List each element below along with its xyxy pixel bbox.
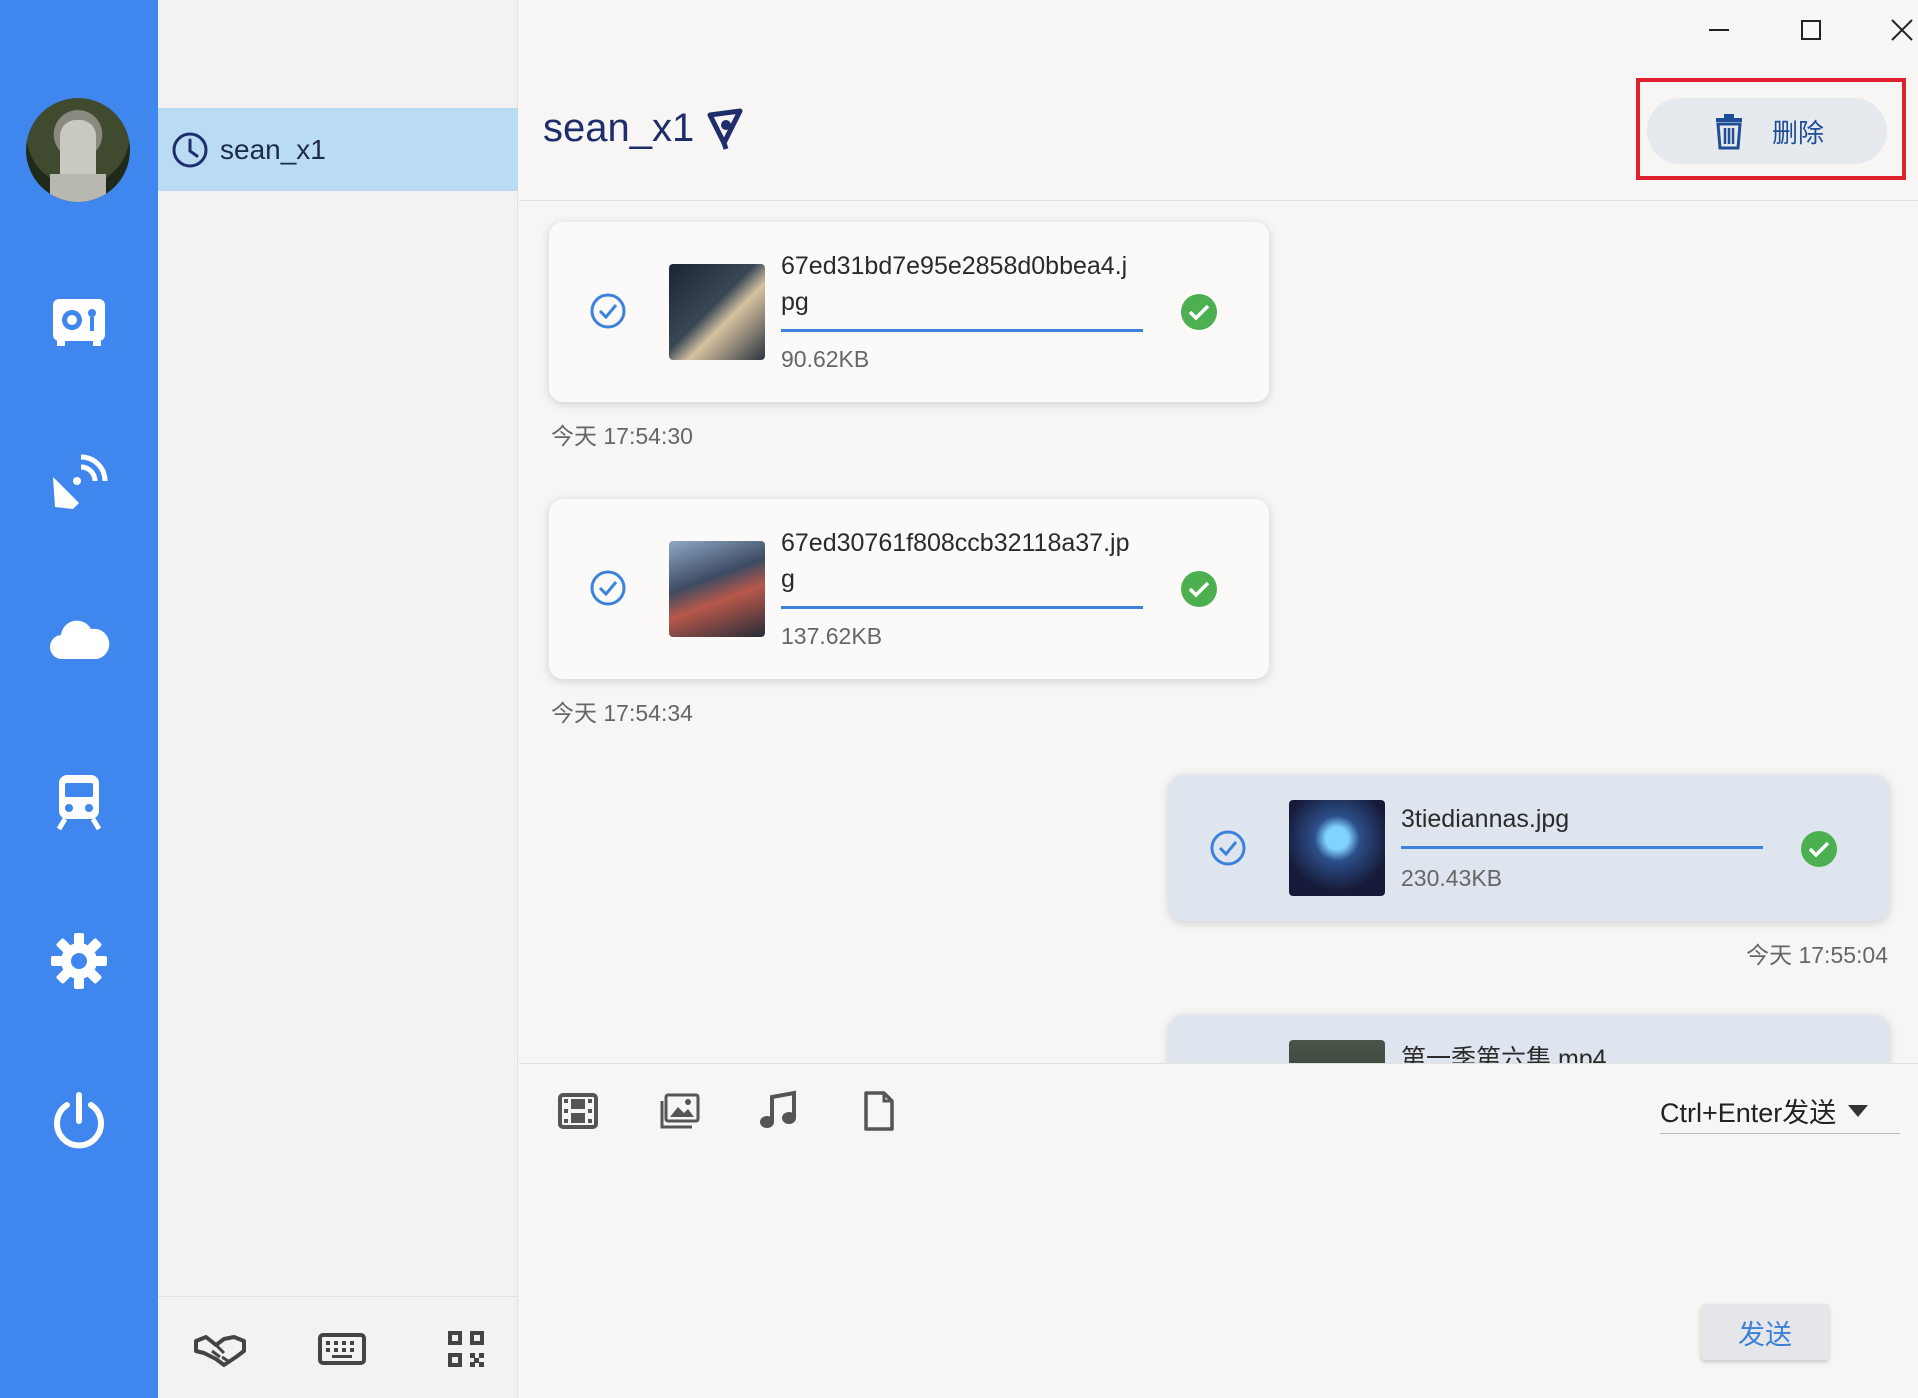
clock-icon — [172, 132, 208, 167]
file-message[interactable]: 第一季第六集.mp4 — [1169, 1015, 1889, 1063]
file-size: 90.62KB — [781, 346, 870, 372]
connection-icon — [707, 108, 743, 150]
chat-panel: sean_x1 删除 67ed31bd7e95e2858d0bbea4.jpg … — [519, 0, 1918, 1398]
check-circle-outline-icon[interactable] — [589, 292, 627, 330]
success-icon — [1801, 831, 1837, 867]
train-icon — [56, 775, 102, 831]
delete-button[interactable]: 删除 — [1647, 98, 1887, 164]
message-list: 67ed31bd7e95e2858d0bbea4.jpg 90.62KB 今天 … — [519, 201, 1918, 1063]
radio-button[interactable] — [44, 286, 114, 356]
composer-divider — [519, 1063, 1918, 1064]
page-title: sean_x1 — [543, 106, 748, 151]
file-icon — [864, 1091, 894, 1131]
close-icon — [1891, 19, 1913, 41]
session-label: sean_x1 — [220, 133, 326, 165]
check-circle-outline-icon[interactable] — [1209, 829, 1247, 867]
file-name: 67ed31bd7e95e2858d0bbea4.jpg — [781, 252, 1128, 316]
trash-icon — [1715, 114, 1742, 150]
keyboard-icon — [318, 1333, 366, 1365]
delete-label: 删除 — [1771, 117, 1824, 148]
cloud-icon — [49, 620, 110, 660]
progress-bar — [781, 329, 1143, 332]
minimize-icon — [1709, 29, 1729, 31]
maximize-button[interactable] — [1781, 10, 1841, 50]
radio-icon — [53, 299, 105, 346]
gear-icon — [51, 933, 107, 989]
progress-bar — [1401, 846, 1763, 849]
send-button[interactable]: 发送 — [1701, 1304, 1829, 1360]
file-size: 137.62KB — [781, 623, 883, 649]
session-list: sean_x1 — [158, 0, 518, 1398]
minimize-button[interactable] — [1689, 10, 1749, 50]
handshake-icon — [194, 1335, 246, 1367]
avatar[interactable] — [26, 98, 130, 202]
session-toolbar — [158, 1296, 518, 1398]
send-mode-label: Ctrl+Enter发送 — [1660, 1098, 1837, 1128]
qr-code-button[interactable] — [438, 1327, 494, 1371]
timestamp: 今天 17:55:04 — [1746, 942, 1888, 968]
film-icon — [558, 1093, 598, 1129]
file-name: 第一季第六集.mp4 — [1401, 1045, 1607, 1063]
train-button[interactable] — [44, 766, 114, 836]
timestamp: 今天 17:54:34 — [551, 700, 693, 726]
chevron-down-icon — [1848, 1104, 1869, 1117]
image-thumbnail — [669, 541, 765, 637]
satellite-dish-icon — [53, 454, 108, 509]
file-message[interactable]: 3tiediannas.jpg 230.43KB — [1169, 775, 1889, 921]
maximize-icon — [1801, 20, 1821, 40]
session-item-sean-x1[interactable]: sean_x1 — [158, 108, 518, 191]
send-image-button[interactable] — [655, 1086, 705, 1136]
file-name: 3tiediannas.jpg — [1401, 805, 1570, 833]
send-video-button[interactable] — [553, 1086, 603, 1136]
send-file-button[interactable] — [853, 1086, 903, 1136]
satellite-button[interactable] — [44, 446, 114, 516]
settings-button[interactable] — [44, 926, 114, 996]
pair-button[interactable] — [192, 1327, 248, 1371]
success-icon — [1181, 294, 1217, 330]
cloud-button[interactable] — [44, 606, 114, 676]
qr-code-icon — [448, 1331, 484, 1367]
image-icon — [660, 1093, 700, 1129]
success-icon — [1181, 571, 1217, 607]
file-name: 67ed30761f808ccb32118a37.jpg — [781, 529, 1130, 593]
chat-title: sean_x1 — [543, 106, 695, 150]
timestamp: 今天 17:54:30 — [551, 423, 693, 449]
music-icon — [760, 1090, 796, 1128]
file-size: 230.43KB — [1401, 865, 1503, 891]
close-button[interactable] — [1872, 10, 1918, 50]
image-thumbnail — [1289, 800, 1385, 896]
progress-bar — [781, 606, 1143, 609]
send-mode-select[interactable]: Ctrl+Enter发送 — [1660, 1088, 1900, 1134]
power-button[interactable] — [44, 1086, 114, 1156]
keyboard-button[interactable] — [314, 1327, 370, 1371]
file-message[interactable]: 67ed31bd7e95e2858d0bbea4.jpg 90.62KB — [549, 222, 1269, 402]
file-message[interactable]: 67ed30761f808ccb32118a37.jpg 137.62KB — [549, 499, 1269, 679]
video-thumbnail — [1289, 1040, 1385, 1063]
image-thumbnail — [669, 264, 765, 360]
check-circle-outline-icon[interactable] — [589, 569, 627, 607]
left-rail — [0, 0, 158, 1398]
power-icon — [54, 1092, 104, 1149]
send-audio-button[interactable] — [753, 1086, 803, 1136]
